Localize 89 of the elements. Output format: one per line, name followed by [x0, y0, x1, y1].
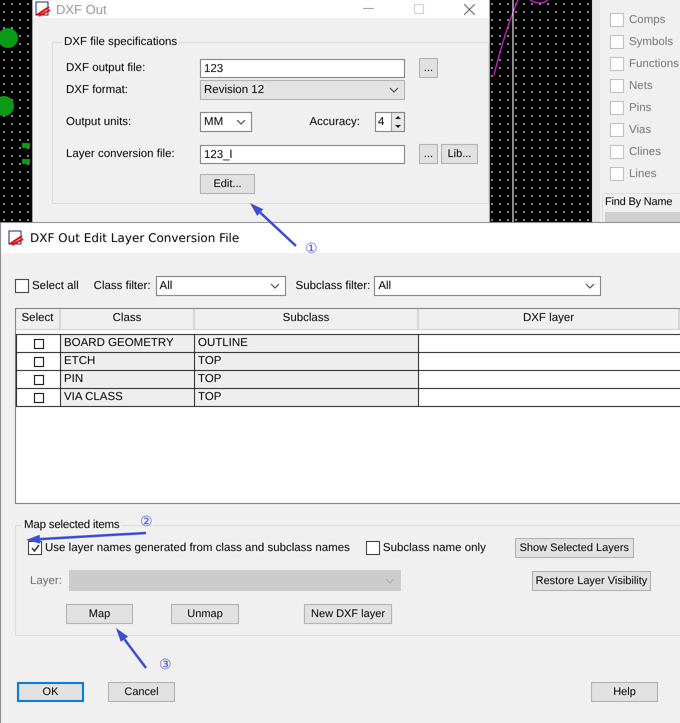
column-header[interactable]: DXF layer [419, 309, 680, 329]
table-cell: ETCH [61, 353, 195, 370]
map-button[interactable]: Map [66, 604, 133, 624]
column-header[interactable]: Subclass [195, 309, 419, 329]
checkbox[interactable] [34, 392, 44, 402]
field-label: Accuracy: [310, 116, 360, 128]
annotation-arrow [250, 203, 297, 247]
checkbox-label: Clines [629, 146, 661, 158]
checkbox[interactable] [610, 123, 624, 137]
checkbox-label: Comps [629, 14, 666, 26]
window-title: DXF Out [56, 2, 107, 16]
checkbox[interactable] [610, 167, 624, 181]
checkbox-label: Lines [629, 168, 656, 180]
annotation-arrow [116, 628, 147, 669]
minimize-icon[interactable] [363, 8, 374, 10]
checkbox-label: Functions [629, 58, 679, 70]
column-header[interactable]: Select [16, 309, 61, 329]
table-cell: BOARD GEOMETRY [61, 335, 195, 352]
table-cell: TOP [195, 353, 419, 370]
pad-drawing [0, 96, 14, 116]
field-label: Layer conversion file: [66, 148, 176, 160]
step-number: ① [305, 241, 318, 257]
subclass-filter-dropdown[interactable]: All [374, 276, 602, 296]
units-dropdown[interactable]: MM [200, 112, 252, 132]
checkbox[interactable] [28, 541, 42, 555]
chevron-icon [389, 87, 399, 93]
browse-button[interactable]: ... [419, 144, 438, 164]
field-label: Layer: [30, 574, 62, 586]
field-label: Class filter: [94, 280, 151, 292]
unmap-button[interactable]: Unmap [171, 604, 239, 624]
column-header[interactable]: Class [61, 309, 195, 329]
trace-drawing [22, 159, 30, 164]
window-title: DXF Out Edit Layer Conversion File [30, 231, 240, 245]
checkbox[interactable] [34, 374, 44, 384]
browse-button[interactable]: ... [419, 58, 438, 78]
checkbox-label: Select all [32, 280, 79, 292]
table-cell: TOP [195, 389, 419, 406]
chevron-icon [236, 119, 246, 125]
checkbox[interactable] [610, 101, 624, 115]
checkbox[interactable] [34, 338, 44, 348]
checkbox-label: Subclass name only [382, 542, 486, 554]
lib-button[interactable]: Lib... [441, 144, 478, 164]
table-cell: PIN [61, 371, 195, 388]
checkbox[interactable] [610, 79, 624, 93]
chevron-icon [270, 282, 280, 288]
checkbox[interactable] [610, 145, 624, 159]
new-layer-button[interactable]: New DXF layer [304, 604, 392, 624]
checkbox[interactable] [15, 278, 29, 292]
checkbox-label: Nets [629, 80, 653, 92]
checkbox[interactable] [610, 13, 624, 27]
checkbox-label: Symbols [629, 36, 674, 48]
format-dropdown[interactable]: Revision 12 [200, 80, 405, 100]
table-cell: OUTLINE [195, 335, 419, 352]
chevron-icon [384, 578, 395, 584]
group-title: Map selected items [23, 519, 120, 531]
field-label: DXF format: [66, 84, 129, 96]
app-icon [8, 230, 24, 246]
layer-file-field[interactable]: 123_l [200, 144, 405, 164]
edit-button[interactable]: Edit... [200, 174, 255, 194]
checkbox[interactable] [366, 541, 380, 555]
dialog-button[interactable]: Help [591, 682, 658, 702]
checkbox-label: Pins [629, 102, 652, 114]
checkbox-label: Use layer names generated from class and subclass names [45, 542, 350, 554]
restore-visibility-button[interactable]: Restore Layer Visibility [532, 570, 651, 590]
field-label: DXF output file: [66, 62, 146, 74]
checkbox-label: Vias [629, 124, 652, 136]
trace-drawing [22, 143, 30, 148]
group-title: Find By Name [605, 196, 672, 208]
checkbox[interactable] [34, 356, 44, 366]
step-number: ③ [159, 657, 172, 673]
dialog-button[interactable]: OK [17, 682, 84, 702]
accuracy-spinner[interactable]: 4 [375, 112, 405, 132]
dialog-button[interactable]: Cancel [108, 682, 175, 702]
close-icon[interactable] [464, 4, 475, 14]
class-filter-dropdown[interactable]: All [156, 276, 286, 296]
arc-drawing [530, 0, 548, 4]
output-file-field[interactable]: 123 [200, 58, 405, 78]
checkbox[interactable] [610, 57, 624, 71]
pad-drawing [0, 28, 18, 48]
maximize-icon[interactable] [414, 4, 424, 14]
field-label: Output units: [66, 116, 132, 128]
table-cell: VIA CLASS [61, 389, 195, 406]
checkbox[interactable] [610, 35, 624, 49]
show-selected-button[interactable]: Show Selected Layers [514, 538, 634, 558]
step-number: ② [140, 514, 153, 530]
field-label: Subclass filter: [296, 280, 370, 292]
chevron-icon [585, 282, 596, 288]
table-cell: TOP [195, 371, 419, 388]
group-title: DXF file specifications [63, 36, 178, 48]
